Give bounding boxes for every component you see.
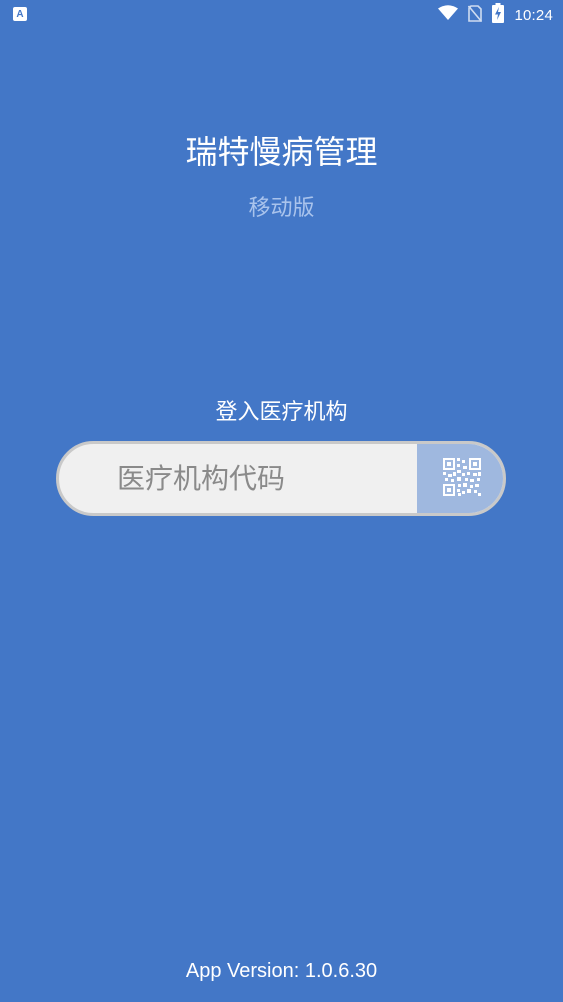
scan-qr-button[interactable] <box>417 444 503 513</box>
status-icons: 10:24 <box>438 3 553 27</box>
org-code-input[interactable] <box>59 444 419 513</box>
no-sim-icon <box>468 4 483 26</box>
login-heading: 登入医疗机构 <box>215 400 348 425</box>
status-time: 10:24 <box>514 6 553 24</box>
org-code-field-container <box>56 441 506 516</box>
app-title: 瑞特慢病管理 <box>185 133 378 171</box>
battery-charging-icon <box>492 3 505 27</box>
qr-code-icon <box>442 457 481 500</box>
app-subtitle: 移动版 <box>248 196 315 221</box>
app-version: App Version: 1.0.6.30 <box>185 960 378 982</box>
wifi-icon <box>438 5 459 25</box>
status-bar: A 10:24 <box>0 0 563 30</box>
app-notification-letter: A <box>16 8 24 20</box>
app-notification-icon: A <box>13 7 27 21</box>
